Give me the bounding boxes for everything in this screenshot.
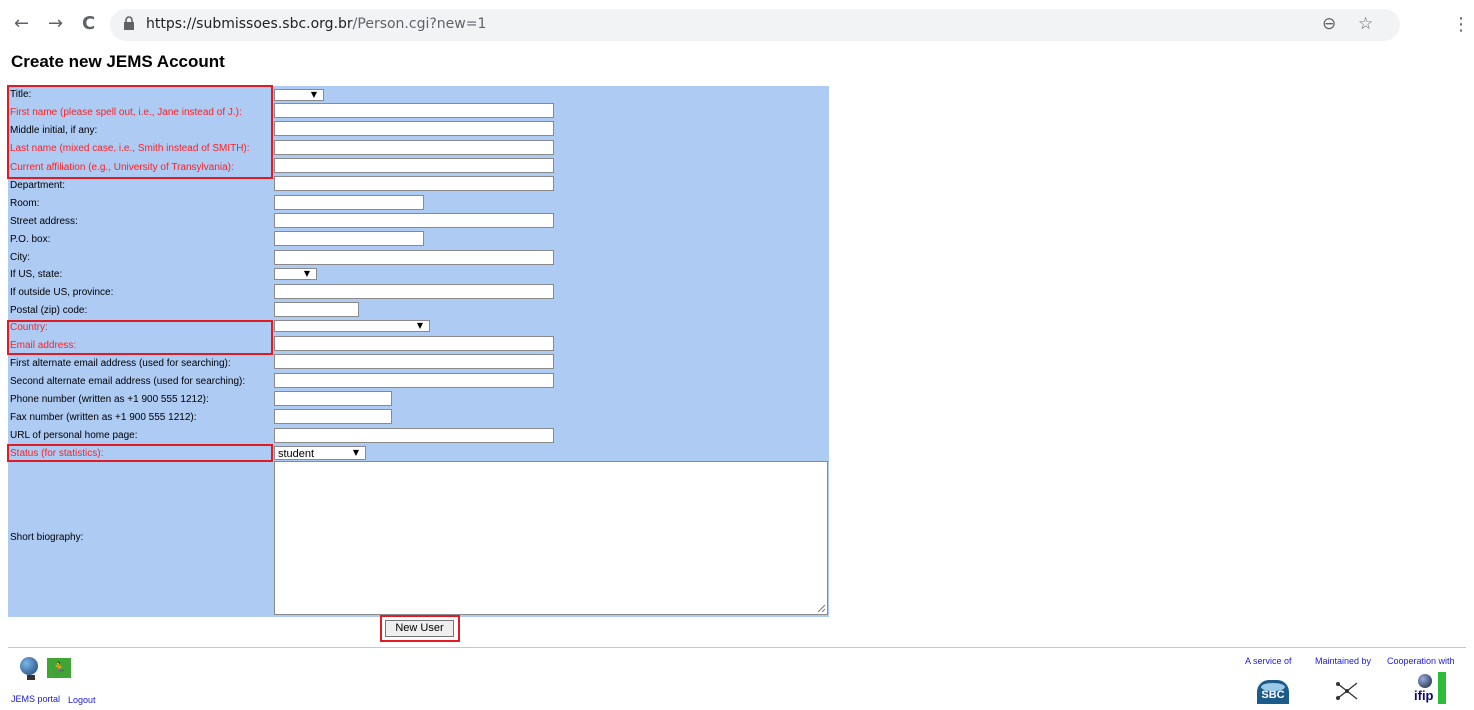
city-field[interactable] bbox=[274, 250, 554, 265]
label-first-name: First name (please spell out, i.e., Jane… bbox=[10, 107, 242, 118]
ifip-globe bbox=[1418, 674, 1432, 688]
reload-icon[interactable]: C bbox=[82, 14, 95, 34]
label-email: Email address: bbox=[10, 340, 77, 351]
chevron-down-icon: ▼ bbox=[310, 90, 317, 99]
status-select-value: student bbox=[278, 448, 315, 460]
label-affiliation: Current affiliation (e.g., University of… bbox=[10, 162, 234, 173]
status-select[interactable]: student ▼ bbox=[274, 446, 366, 460]
email-field[interactable] bbox=[274, 336, 554, 351]
label-fax: Fax number (written as +1 900 555 1212): bbox=[10, 412, 197, 423]
alt-email-1-field[interactable] bbox=[274, 354, 554, 369]
label-postal: Postal (zip) code: bbox=[10, 305, 88, 316]
phone-field[interactable] bbox=[274, 391, 392, 406]
room-field[interactable] bbox=[274, 195, 424, 210]
lock-icon bbox=[124, 16, 134, 30]
label-country: Country: bbox=[10, 322, 48, 333]
exit-icon[interactable]: 🏃 bbox=[47, 658, 71, 678]
address-bar[interactable]: https://submissoes.sbc.org.br/Person.cgi… bbox=[110, 9, 1400, 41]
label-province: If outside US, province: bbox=[10, 287, 114, 298]
page-title: Create new JEMS Account bbox=[11, 52, 225, 71]
label-biography: Short biography: bbox=[10, 532, 84, 543]
label-phone: Phone number (written as +1 900 555 1212… bbox=[10, 394, 209, 405]
street-field[interactable] bbox=[274, 213, 554, 228]
globe-icon[interactable] bbox=[20, 657, 38, 675]
new-user-button[interactable]: New User bbox=[385, 620, 454, 637]
maintained-by-text: Maintained by bbox=[1315, 656, 1372, 666]
us-state-select[interactable]: ▼ bbox=[274, 268, 317, 280]
province-field[interactable] bbox=[274, 284, 554, 299]
label-street: Street address: bbox=[10, 216, 78, 227]
label-title: Title: bbox=[10, 89, 32, 100]
label-alt-email-2: Second alternate email address (used for… bbox=[10, 376, 246, 387]
middle-initial-field[interactable] bbox=[274, 121, 554, 136]
fax-field[interactable] bbox=[274, 409, 392, 424]
jems-portal-link[interactable]: JEMS portal bbox=[11, 694, 60, 704]
footer-divider bbox=[8, 647, 1466, 648]
chevron-down-icon: ▼ bbox=[352, 448, 359, 457]
label-city: City: bbox=[10, 252, 30, 263]
label-alt-email-1: First alternate email address (used for … bbox=[10, 358, 231, 369]
label-department: Department: bbox=[10, 180, 66, 191]
arrow-left-icon[interactable]: ← bbox=[14, 14, 29, 34]
homepage-field[interactable] bbox=[274, 428, 554, 443]
ifip-logo-text: ifip bbox=[1414, 688, 1434, 703]
label-homepage: URL of personal home page: bbox=[10, 430, 138, 441]
department-field[interactable] bbox=[274, 176, 554, 191]
po-box-field[interactable] bbox=[274, 231, 424, 246]
label-room: Room: bbox=[10, 198, 40, 209]
last-name-field[interactable] bbox=[274, 140, 554, 155]
label-status: Status (for statistics): bbox=[10, 448, 104, 459]
arrow-right-icon[interactable]: → bbox=[48, 14, 63, 34]
url-path: /Person.cgi?new=1 bbox=[352, 16, 487, 32]
label-last-name: Last name (mixed case, i.e., Smith inste… bbox=[10, 143, 250, 154]
globe-stand bbox=[27, 675, 35, 680]
alt-email-2-field[interactable] bbox=[274, 373, 554, 388]
service-of-text: A service of bbox=[1245, 656, 1292, 666]
label-po-box: P.O. box: bbox=[10, 234, 51, 245]
star-icon[interactable]: ☆ bbox=[1358, 14, 1373, 34]
url-text: https://submissoes.sbc.org.br/Person.cgi… bbox=[146, 16, 486, 32]
url-host: https://submissoes.sbc.org.br bbox=[146, 16, 353, 32]
biography-textarea[interactable] bbox=[274, 461, 828, 615]
browser-toolbar: ← → C https://submissoes.sbc.org.br/Pers… bbox=[0, 0, 1474, 50]
title-select[interactable]: ▼ bbox=[274, 89, 324, 101]
graph-logo-icon[interactable] bbox=[1334, 680, 1360, 702]
country-select[interactable]: ▼ bbox=[274, 320, 430, 332]
menu-icon[interactable]: ⋮ bbox=[1452, 14, 1470, 35]
ifip-bar bbox=[1438, 672, 1446, 704]
label-us-state: If US, state: bbox=[10, 269, 63, 280]
zoom-icon[interactable]: ⊖ bbox=[1322, 14, 1336, 34]
sbc-logo[interactable]: SBC bbox=[1257, 680, 1289, 704]
affiliation-field[interactable] bbox=[274, 158, 554, 173]
resize-handle-icon[interactable] bbox=[817, 604, 825, 612]
postal-field[interactable] bbox=[274, 302, 359, 317]
first-name-field[interactable] bbox=[274, 103, 554, 118]
label-middle-initial: Middle initial, if any: bbox=[10, 125, 98, 136]
chevron-down-icon: ▼ bbox=[303, 269, 310, 278]
sbc-swoosh bbox=[1261, 683, 1285, 691]
cooperation-with-text: Cooperation with bbox=[1387, 656, 1455, 666]
ifip-logo[interactable]: ifip bbox=[1412, 672, 1452, 704]
chevron-down-icon: ▼ bbox=[416, 321, 423, 330]
